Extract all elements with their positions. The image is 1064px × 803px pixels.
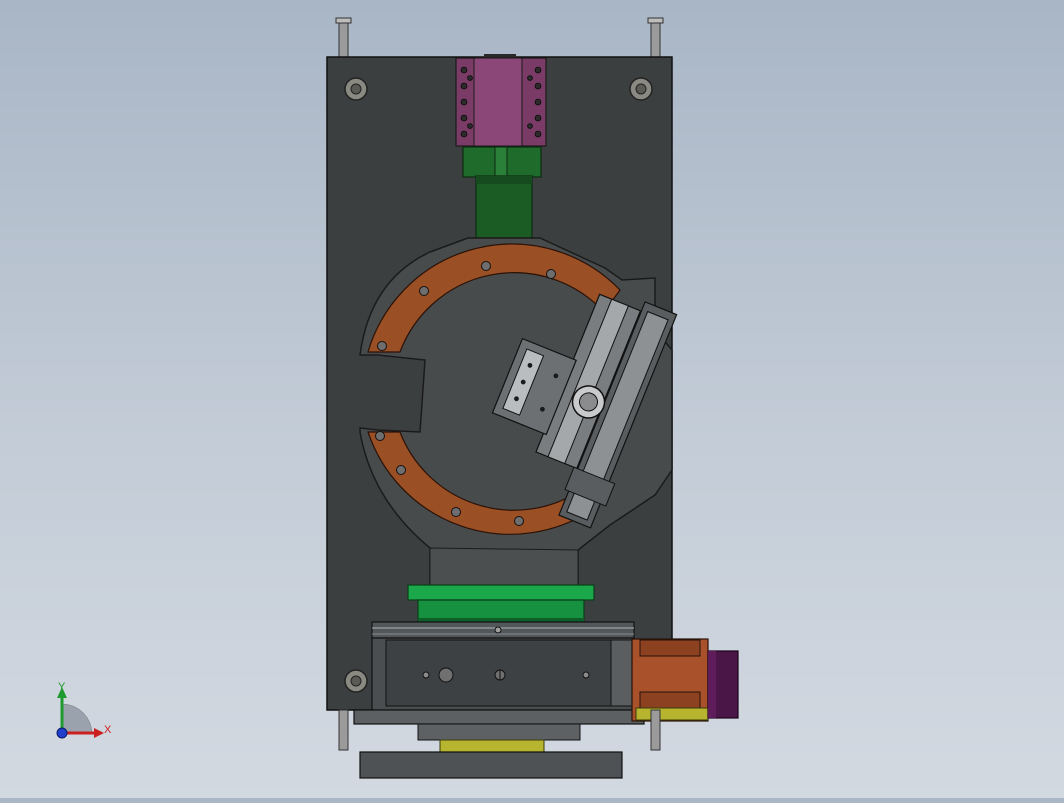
bottom-assembly xyxy=(359,723,623,779)
top-standoffs xyxy=(335,17,664,61)
linear-slide xyxy=(353,621,645,725)
pink-clamp-block xyxy=(455,54,547,147)
cad-viewport[interactable]: Y X xyxy=(0,0,1064,798)
z-axis-dot xyxy=(56,727,68,739)
x-axis-label: X xyxy=(104,724,112,736)
stepper-motor xyxy=(631,638,739,722)
cad-model-drawing: Y X xyxy=(56,17,739,779)
rotary-base xyxy=(407,584,595,623)
axis-triad: Y X xyxy=(56,681,112,739)
y-axis-label: Y xyxy=(58,681,66,693)
